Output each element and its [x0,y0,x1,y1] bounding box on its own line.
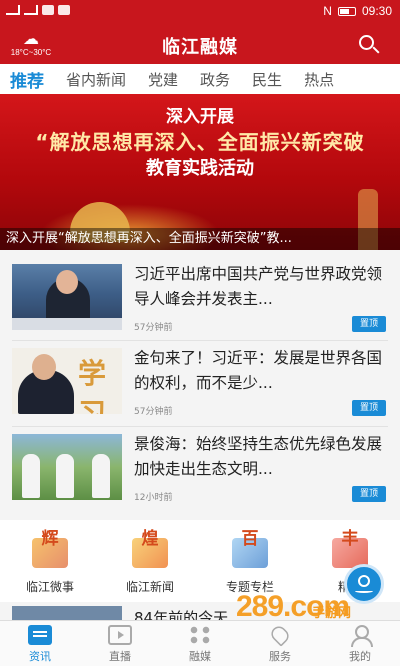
battery-icon [337,6,356,16]
nav-media[interactable]: 融媒 [160,623,240,664]
nav-news[interactable]: 资讯 [0,623,80,664]
pinned-badge: 置顶 [352,486,386,502]
tab-party-building[interactable]: 党建 [148,69,178,90]
divider [12,426,388,427]
linjiang-affairs-icon: 辉 [22,524,78,572]
tab-provincial-news[interactable]: 省内新闻 [66,69,126,90]
tab-government[interactable]: 政务 [200,69,230,90]
pinned-badge: 置顶 [352,316,386,332]
nav-me[interactable]: 我的 [320,623,400,664]
bottom-navigation: 资讯 直播 融媒 服务 我的 [0,620,400,666]
news-time: 57分钟前 [134,323,173,333]
banner-line-2: “解放思想再深入、全面振兴新突破 [35,130,365,154]
signal-icon [6,5,20,15]
news-title: 景俊海：始终坚持生态优先绿色发展 加快走出生态文明... [134,435,383,478]
shortcut-special-topics[interactable]: 百 专题专栏 [200,524,300,595]
headline-banner[interactable]: 深入开展 “解放思想再深入、全面振兴新突破 教育实践活动 深入开展“解放思想再深… [0,94,400,250]
user-icon [348,625,373,647]
location-button[interactable] [344,564,384,604]
news-title: 金句来了！习近平：发展是世界各国的权利，而不是少... [134,349,383,392]
search-button[interactable] [358,34,380,56]
status-bar: N 09:30 [0,0,400,24]
shortcut-label: 临江微事 [25,580,74,594]
news-item[interactable]: 习近平出席中国共产党与世界政党领导人峰会并发表主... 57分钟前 置顶 [12,262,388,342]
news-title: 习近平出席中国共产党与世界政党领导人峰会并发表主... [134,265,383,308]
app-root: N 09:30 ☁ 18°C~30°C 临江融媒 推荐 省内新闻 党建 政务 民… [0,0,400,666]
app-notification-icon [58,5,70,15]
heart-icon [268,623,292,647]
shortcut-label: 临江新闻 [125,580,174,594]
news-thumbnail [12,264,122,330]
special-topics-icon: 百 [222,524,278,572]
news-thumbnail: 学习 [12,348,122,414]
nav-services[interactable]: 服务 [240,623,320,664]
news-icon [28,625,52,645]
tab-recommend[interactable]: 推荐 [10,67,44,92]
pinned-badge: 置顶 [352,400,386,416]
location-icon [358,575,370,587]
divider [12,340,388,341]
nfc-icon: N [323,4,332,18]
status-icons [6,5,70,15]
tab-hot[interactable]: 热点 [304,69,334,90]
banner-line-3: 教育实践活动 [146,158,254,179]
live-tv-icon [108,625,132,645]
page-title: 临江融媒 [162,37,238,58]
grid-icon [188,625,212,645]
shortcut-linjiang-news[interactable]: 煌 临江新闻 [100,524,200,595]
news-time: 12小时前 [134,493,173,503]
app-header: ☁ 18°C~30°C 临江融媒 [0,24,400,64]
banner-caption: 深入开展“解放思想再深入、全面振兴新突破”教... [0,228,400,250]
news-time: 57分钟前 [134,407,173,417]
watermark-text: 手游网 [312,606,352,621]
status-time: 09:30 [361,4,392,18]
news-item[interactable]: 学习 金句来了！习近平：发展是世界各国的权利，而不是少... 57分钟前 置顶 [12,346,388,426]
notification-icon [42,5,54,15]
linjiang-news-icon: 煌 [122,524,178,572]
shortcut-linjiang-affairs[interactable]: 辉 临江微事 [0,524,100,595]
news-item[interactable]: 景俊海：始终坚持生态优先绿色发展 加快走出生态文明... 12小时前 置顶 [12,432,388,512]
banner-line-1: 深入开展 [166,107,234,127]
news-thumbnail [12,434,122,500]
nav-live[interactable]: 直播 [80,623,160,664]
wifi-icon [24,5,38,15]
tab-livelihood[interactable]: 民生 [252,69,282,90]
category-tabs: 推荐 省内新闻 党建 政务 民生 热点 [0,64,400,94]
